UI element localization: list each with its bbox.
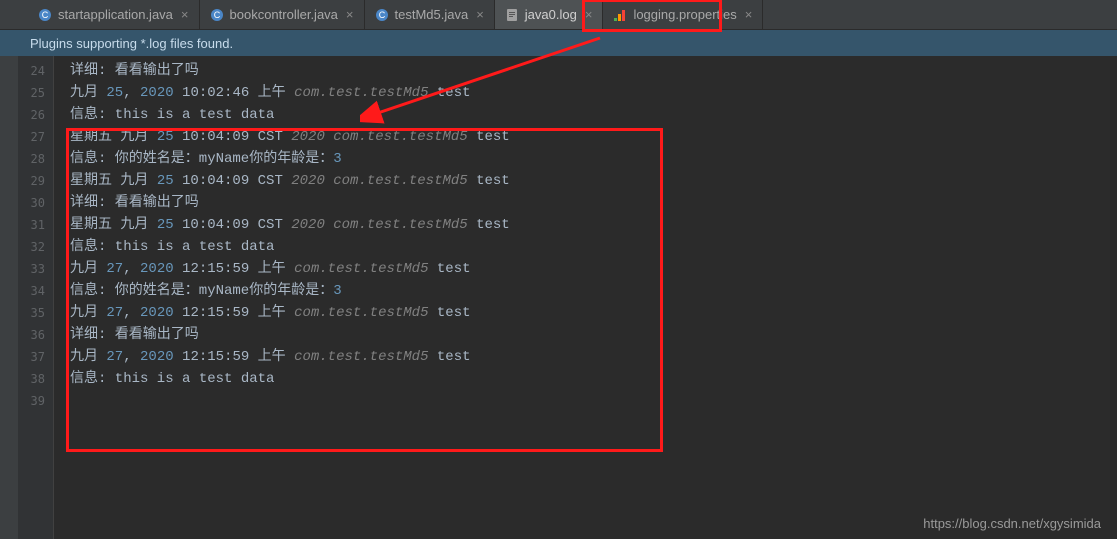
tab-bookcontroller-java[interactable]: Cbookcontroller.java × bbox=[200, 0, 365, 29]
line-number: 26 bbox=[26, 104, 45, 126]
notification-bar[interactable]: Plugins supporting *.log files found. bbox=[0, 30, 1117, 56]
java-class-icon: C bbox=[38, 8, 52, 22]
tab-logging-properties[interactable]: logging.properties × bbox=[603, 0, 763, 29]
line-number: 31 bbox=[26, 214, 45, 236]
editor: 24252627282930313233343536373839 详细: 看看输… bbox=[0, 56, 1117, 539]
tab-label: startapplication.java bbox=[58, 7, 173, 22]
code-line: 星期五 九月 25 10:04:09 CST 2020 com.test.tes… bbox=[70, 170, 1117, 192]
tab-label: testMd5.java bbox=[395, 7, 469, 22]
close-icon[interactable]: × bbox=[476, 7, 484, 22]
close-icon[interactable]: × bbox=[346, 7, 354, 22]
line-number: 30 bbox=[26, 192, 45, 214]
line-gutter: 24252627282930313233343536373839 bbox=[18, 56, 54, 539]
tab-label: bookcontroller.java bbox=[230, 7, 338, 22]
svg-text:C: C bbox=[42, 10, 49, 20]
tab-testMd5-java[interactable]: CtestMd5.java × bbox=[365, 0, 495, 29]
code-line: 详细: 看看输出了吗 bbox=[70, 192, 1117, 214]
left-margin bbox=[0, 56, 18, 539]
line-number: 32 bbox=[26, 236, 45, 258]
close-icon[interactable]: × bbox=[181, 7, 189, 22]
tab-java0-log[interactable]: java0.log × bbox=[495, 0, 604, 29]
code-line: 详细: 看看输出了吗 bbox=[70, 324, 1117, 346]
line-number: 27 bbox=[26, 126, 45, 148]
code-line: 九月 27, 2020 12:15:59 上午 com.test.testMd5… bbox=[70, 346, 1117, 368]
line-number: 25 bbox=[26, 82, 45, 104]
line-number: 36 bbox=[26, 324, 45, 346]
code-line: 信息: this is a test data bbox=[70, 236, 1117, 258]
editor-tabs: Cstartapplication.java×Cbookcontroller.j… bbox=[0, 0, 1117, 30]
code-line: 九月 27, 2020 12:15:59 上午 com.test.testMd5… bbox=[70, 302, 1117, 324]
line-number: 37 bbox=[26, 346, 45, 368]
code-line: 信息: this is a test data bbox=[70, 104, 1117, 126]
line-number: 39 bbox=[26, 390, 45, 412]
line-number: 34 bbox=[26, 280, 45, 302]
svg-text:C: C bbox=[213, 10, 220, 20]
code-line: 星期五 九月 25 10:04:09 CST 2020 com.test.tes… bbox=[70, 126, 1117, 148]
line-number: 33 bbox=[26, 258, 45, 280]
line-number: 35 bbox=[26, 302, 45, 324]
code-area[interactable]: 详细: 看看输出了吗九月 25, 2020 10:02:46 上午 com.te… bbox=[54, 56, 1117, 539]
line-number: 24 bbox=[26, 60, 45, 82]
code-line: 信息: 你的姓名是：myName你的年龄是：3 bbox=[70, 280, 1117, 302]
code-line: 详细: 看看输出了吗 bbox=[70, 60, 1117, 82]
code-line: 信息: this is a test data bbox=[70, 368, 1117, 390]
tab-label: logging.properties bbox=[633, 7, 736, 22]
line-number: 29 bbox=[26, 170, 45, 192]
java-class-icon: C bbox=[375, 8, 389, 22]
code-line: 信息: 你的姓名是：myName你的年龄是：3 bbox=[70, 148, 1117, 170]
code-line: 九月 25, 2020 10:02:46 上午 com.test.testMd5… bbox=[70, 82, 1117, 104]
line-number: 28 bbox=[26, 148, 45, 170]
watermark: https://blog.csdn.net/xgysimida bbox=[923, 516, 1101, 531]
tab-startapplication-java[interactable]: Cstartapplication.java × bbox=[28, 0, 200, 29]
tab-label: java0.log bbox=[525, 7, 577, 22]
properties-icon bbox=[613, 8, 627, 22]
log-icon bbox=[505, 8, 519, 22]
svg-text:C: C bbox=[378, 10, 385, 20]
close-icon[interactable]: × bbox=[745, 7, 753, 22]
line-number: 38 bbox=[26, 368, 45, 390]
code-line: 九月 27, 2020 12:15:59 上午 com.test.testMd5… bbox=[70, 258, 1117, 280]
close-icon[interactable]: × bbox=[585, 7, 593, 22]
code-line bbox=[70, 390, 1117, 412]
java-class-icon: C bbox=[210, 8, 224, 22]
code-line: 星期五 九月 25 10:04:09 CST 2020 com.test.tes… bbox=[70, 214, 1117, 236]
